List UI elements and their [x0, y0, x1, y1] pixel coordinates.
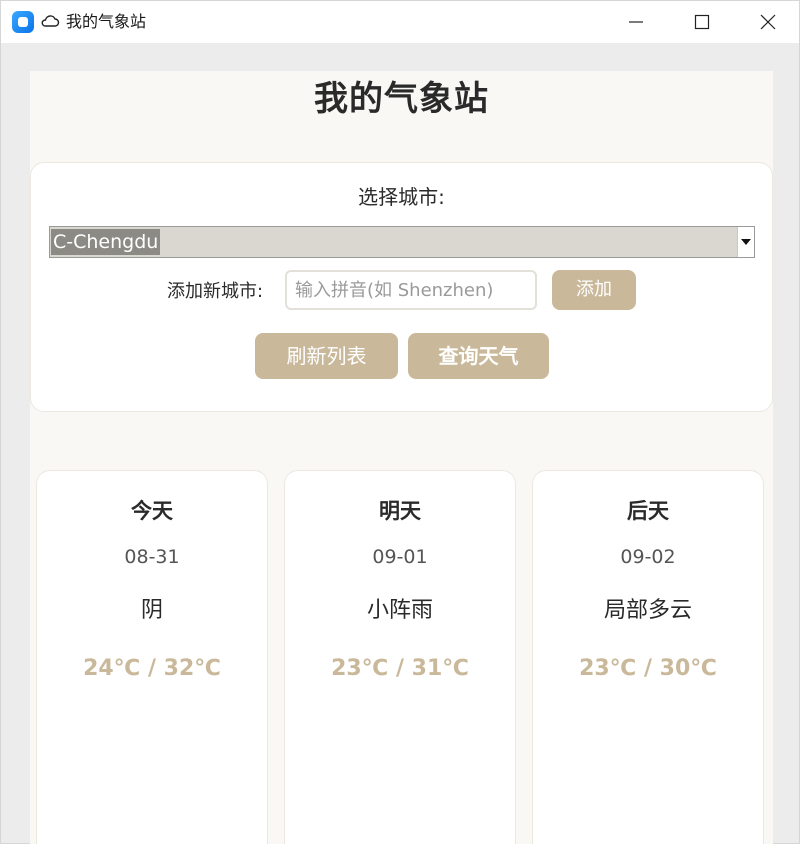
- close-icon: [760, 14, 776, 30]
- close-button[interactable]: [735, 1, 800, 43]
- page-content: 我的气象站 选择城市: C-Chengdu 添加新城市: 添加 刷新列表 查询天…: [30, 71, 773, 844]
- maximize-button[interactable]: [669, 1, 735, 43]
- maximize-icon: [694, 14, 710, 30]
- forecast-temperature: 24℃ / 32℃: [83, 656, 221, 681]
- app-icon: [12, 11, 34, 33]
- minimize-icon: [629, 21, 643, 23]
- forecast-condition: 小阵雨: [366, 598, 433, 623]
- forecast-date: 08-31: [124, 546, 180, 568]
- page-title: 我的气象站: [314, 79, 489, 119]
- forecast-card-today: 今天 08-31 阴 24℃ / 32℃: [36, 470, 268, 844]
- forecast-date: 09-02: [620, 546, 676, 568]
- forecast-card-day-after: 后天 09-02 局部多云 23℃ / 30℃: [532, 470, 764, 844]
- forecast-day: 今天: [131, 499, 173, 523]
- add-city-button[interactable]: 添加: [552, 270, 636, 310]
- title-bar: 我的气象站: [1, 1, 799, 43]
- add-city-input[interactable]: [285, 270, 537, 310]
- forecast-day: 后天: [627, 499, 669, 523]
- select-city-label: 选择城市:: [358, 185, 445, 209]
- forecast-date: 09-01: [372, 546, 428, 568]
- forecast-card-tomorrow: 明天 09-01 小阵雨 23℃ / 31℃: [284, 470, 516, 844]
- app-window: 我的气象站 我的气象站 选择城市: C-Chengdu 添加新城市: 输入拼音(…: [0, 0, 800, 844]
- forecast-temperature: 23℃ / 31℃: [331, 656, 469, 681]
- refresh-list-button[interactable]: 刷新列表: [255, 333, 398, 379]
- dropdown-arrow-icon[interactable]: [737, 227, 754, 257]
- window-title: 我的气象站: [66, 12, 147, 31]
- add-city-label: 添加新城市:: [167, 281, 264, 302]
- city-select[interactable]: C-Chengdu: [49, 226, 755, 258]
- forecast-condition: 阴: [140, 598, 163, 623]
- forecast-temperature: 23℃ / 30℃: [579, 656, 717, 681]
- cloud-icon: [41, 15, 60, 27]
- selected-city: C-Chengdu: [51, 229, 161, 255]
- forecast-condition: 局部多云: [603, 598, 692, 623]
- minimize-button[interactable]: [603, 1, 669, 43]
- forecast-day: 明天: [379, 499, 421, 523]
- city-control-panel: 选择城市: C-Chengdu 添加新城市: 添加 刷新列表 查询天气: [30, 162, 773, 412]
- query-weather-button[interactable]: 查询天气: [408, 333, 549, 379]
